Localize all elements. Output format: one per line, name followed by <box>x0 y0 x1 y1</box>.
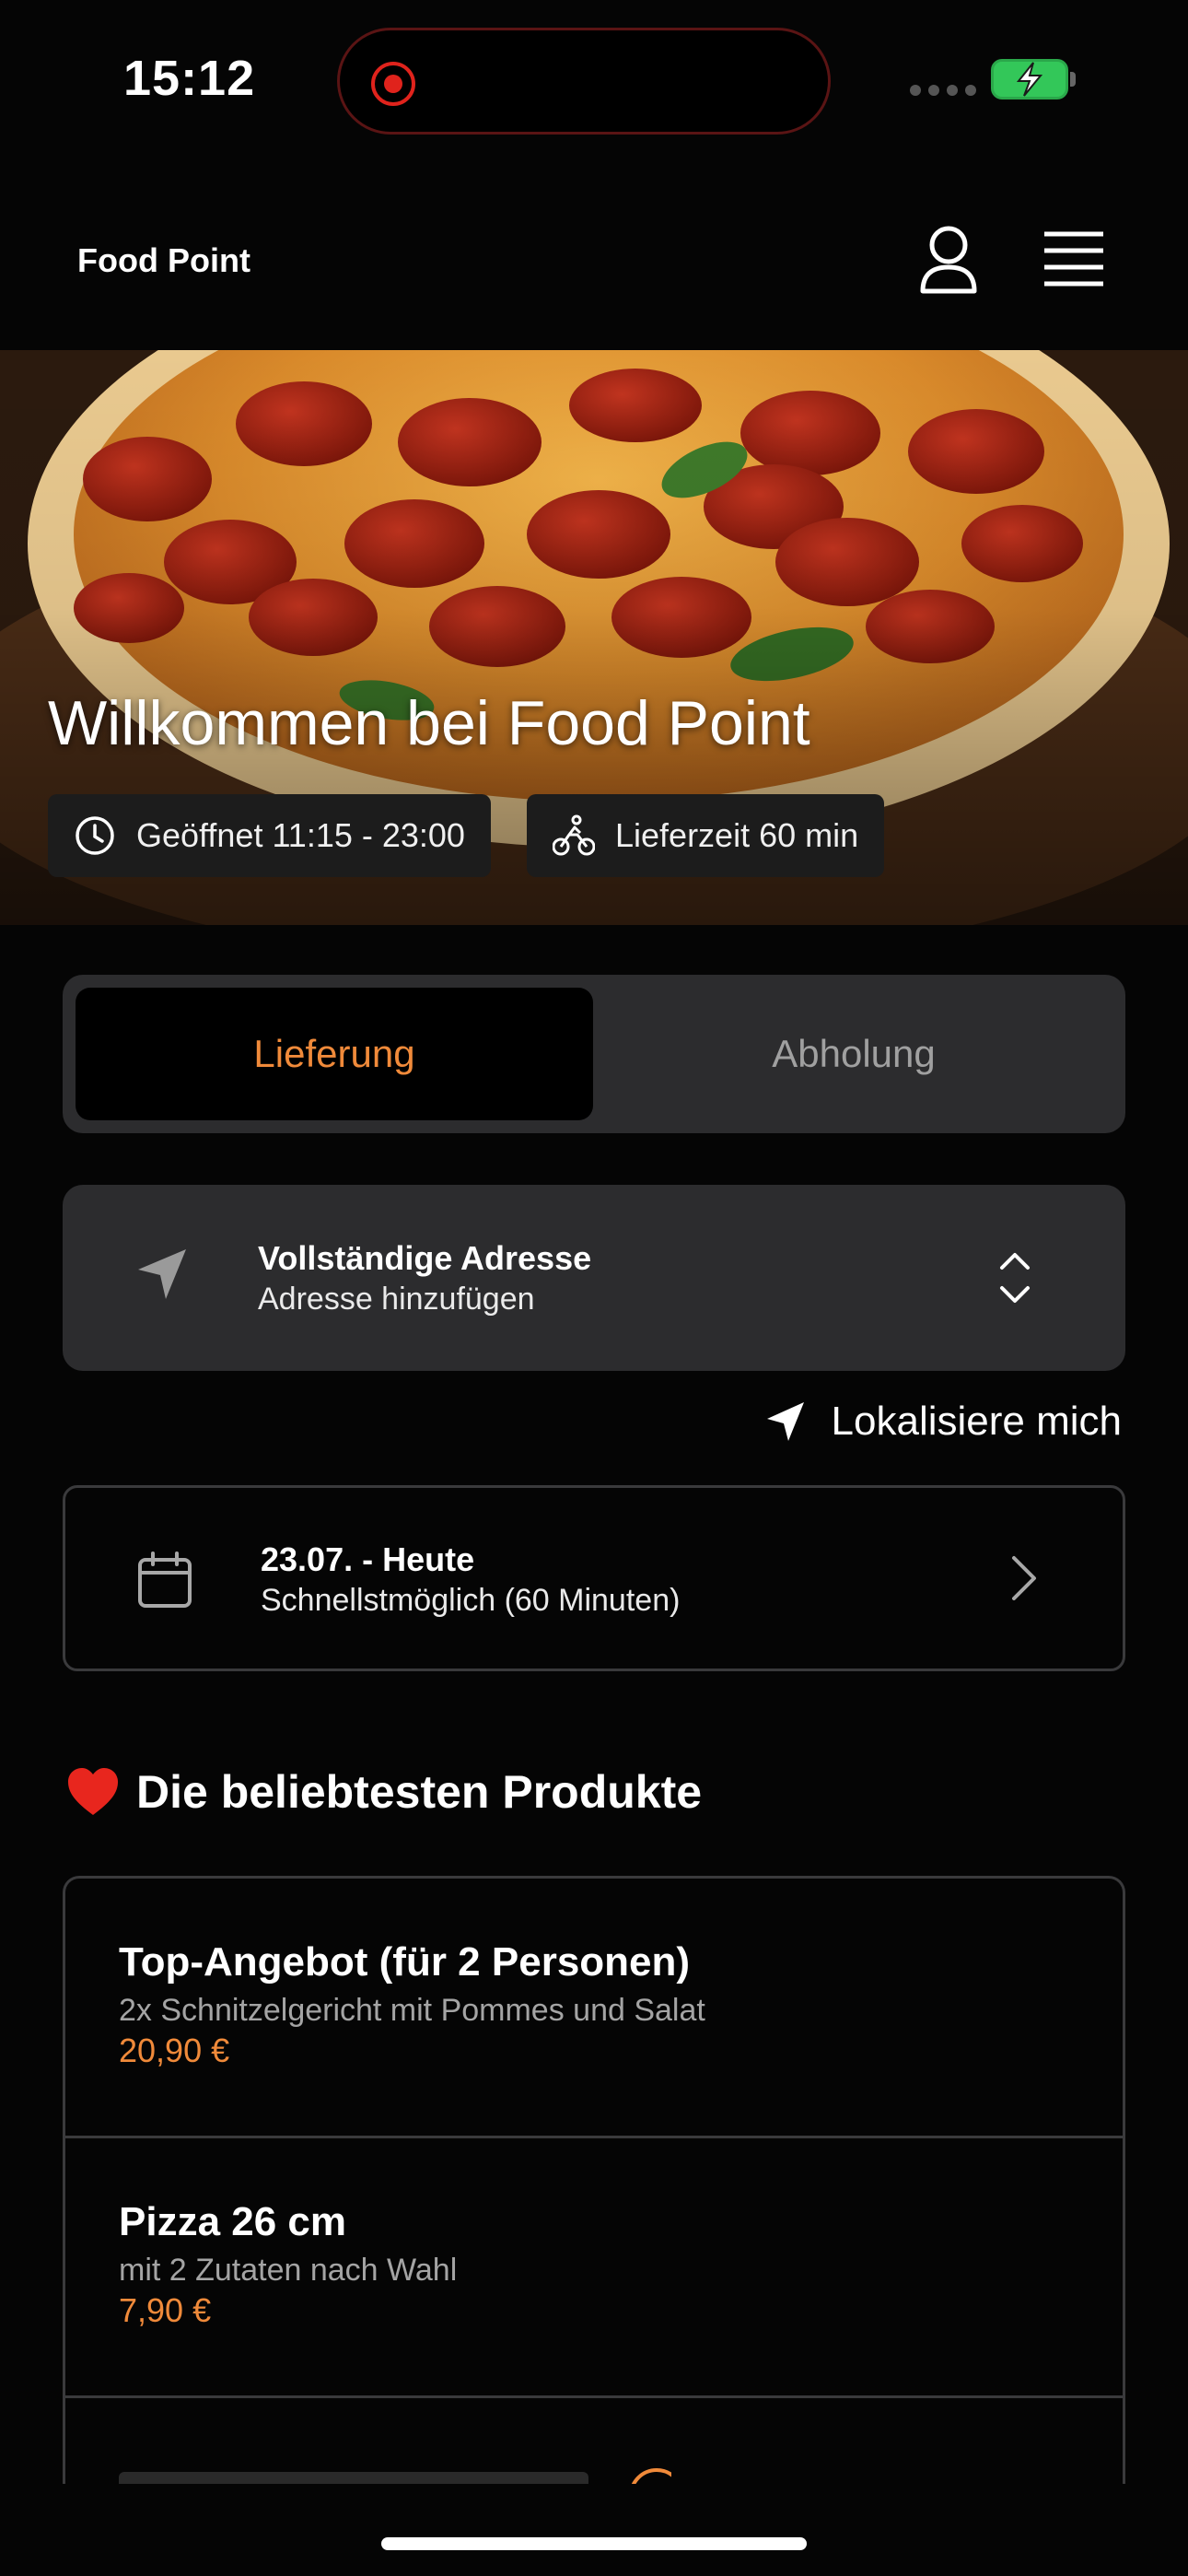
address-placeholder: Adresse hinzufügen <box>258 1282 535 1317</box>
product-name: Top-Angebot (für 2 Personen) <box>119 1939 691 1985</box>
product-description: mit 2 Zutaten nach Wahl <box>119 2253 458 2288</box>
chevron-up-down-icon <box>1000 1253 1030 1303</box>
delivery-date: 23.07. - Heute <box>261 1540 475 1578</box>
brand-name[interactable]: Food Point <box>77 241 250 280</box>
dynamic-island <box>337 28 831 135</box>
locate-me-button[interactable]: Lokalisiere mich <box>765 1399 1122 1445</box>
product-list: Top-Angebot (für 2 Personen) 2x Schnitze… <box>63 1876 1125 2484</box>
address-selector[interactable]: Vollständige Adresse Adresse hinzufügen <box>63 1185 1125 1371</box>
hamburger-menu-icon[interactable] <box>1042 228 1105 287</box>
popular-products-heading: Die beliebtesten Produkte <box>66 1765 702 1819</box>
popular-products-title: Die beliebtesten Produkte <box>136 1766 703 1818</box>
delivery-time-option: Schnellstmöglich (60 Minuten) <box>261 1583 681 1618</box>
location-arrow-icon <box>766 1402 804 1441</box>
product-description: 2x Schnitzelgericht mit Pommes und Salat <box>119 1993 705 2028</box>
delivery-time-badge: Lieferzeit 60 min <box>527 794 885 877</box>
home-indicator[interactable] <box>381 2537 807 2550</box>
product-item[interactable]: Top-Angebot (für 2 Personen) 2x Schnitze… <box>65 1879 1123 2138</box>
clock-icon <box>76 816 114 855</box>
user-icon[interactable] <box>917 223 980 297</box>
info-icon <box>629 2468 671 2484</box>
address-title: Vollständige Adresse <box>258 1239 592 1277</box>
chevron-right-icon <box>1012 1556 1036 1600</box>
status-bar: 15:12 <box>0 0 1188 166</box>
signal-icon <box>910 85 976 96</box>
tab-delivery[interactable]: Lieferung <box>76 988 593 1120</box>
location-arrow-icon <box>138 1249 186 1299</box>
status-time: 15:12 <box>123 51 256 106</box>
recording-indicator-icon <box>371 62 415 106</box>
delivery-mode-toggle: Lieferung Abholung <box>63 975 1125 1133</box>
delivery-time-selector[interactable]: 23.07. - Heute Schnellstmöglich (60 Minu… <box>63 1485 1125 1671</box>
opening-hours-badge: Geöffnet 11:15 - 23:00 <box>48 794 491 877</box>
product-item-cut-off[interactable] <box>119 2468 671 2484</box>
product-price: 20,90 € <box>119 2032 230 2069</box>
product-name: Pizza 26 cm <box>119 2199 347 2244</box>
calendar-icon <box>138 1551 192 1608</box>
locate-me-label: Lokalisiere mich <box>831 1399 1122 1444</box>
app-screen: 15:12 Food Point Willkommen bei Food Poi… <box>0 0 1188 2576</box>
hero-banner: Willkommen bei Food Point Geöffnet 11:15… <box>0 350 1188 925</box>
battery-charging-icon <box>991 59 1076 100</box>
opening-hours-text: Geöffnet 11:15 - 23:00 <box>136 816 465 854</box>
delivery-time-text: Lieferzeit 60 min <box>615 816 859 854</box>
bicycle-courier-icon <box>553 814 595 856</box>
welcome-title: Willkommen bei Food Point <box>48 688 810 758</box>
product-price: 7,90 € <box>119 2291 212 2329</box>
product-item[interactable]: Pizza 26 cm mit 2 Zutaten nach Wahl 7,90… <box>65 2138 1123 2398</box>
app-header: Food Point <box>0 166 1188 350</box>
heart-icon <box>68 1768 118 1815</box>
tab-pickup[interactable]: Abholung <box>595 988 1112 1120</box>
